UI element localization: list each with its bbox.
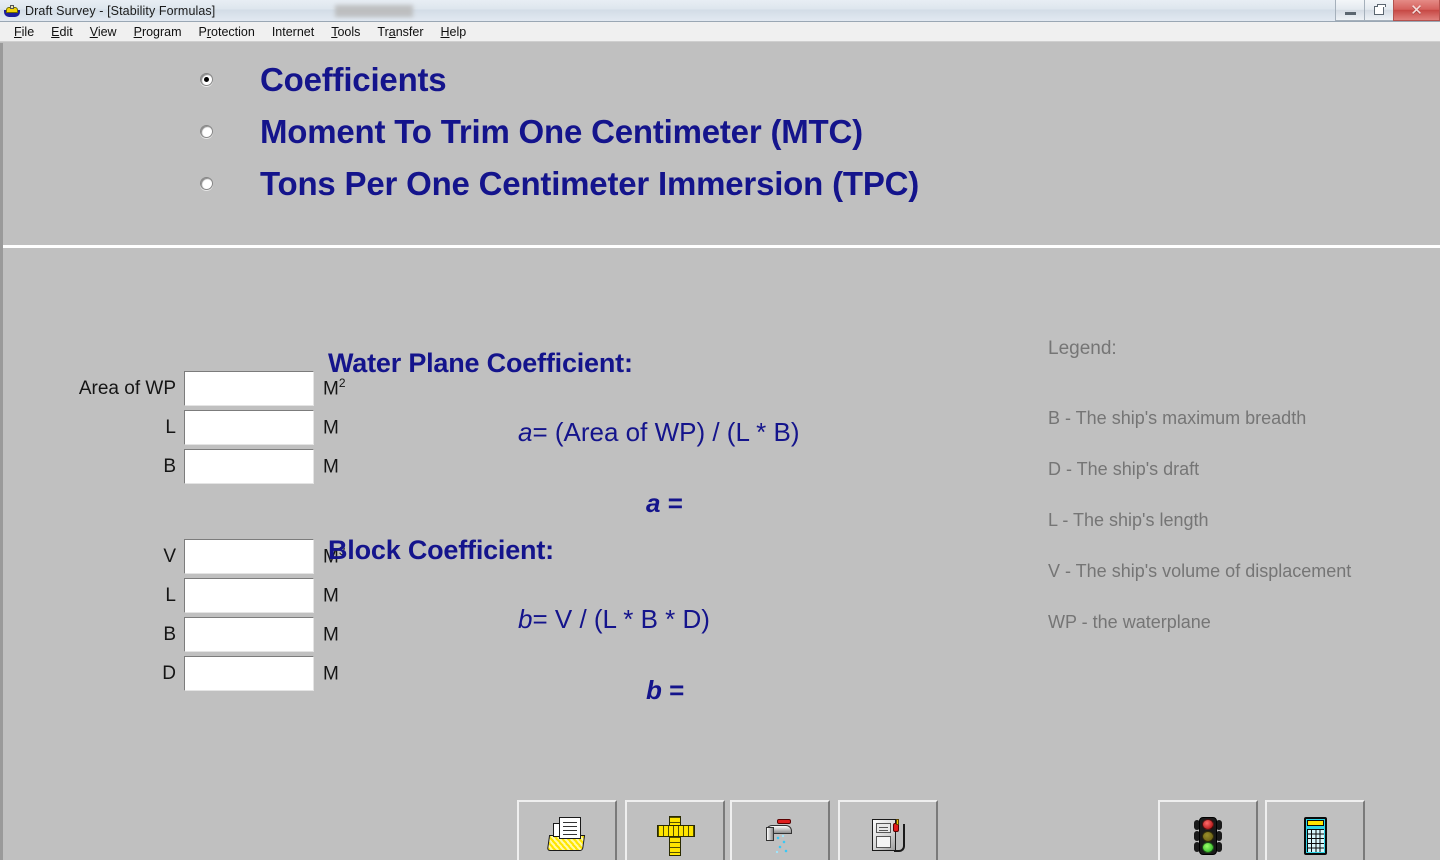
- field-row-wp-length: L M: [63, 408, 346, 447]
- calc-button[interactable]: CALC.: [1265, 800, 1365, 860]
- field-row-wp-breadth: B M: [63, 447, 346, 486]
- block-length-input[interactable]: [184, 578, 314, 613]
- mode-option-label: Tons Per One Centimeter Immersion (TPC): [260, 164, 920, 202]
- next-button[interactable]: NEXT: [1158, 800, 1258, 860]
- radio-icon-tpc[interactable]: [200, 176, 213, 190]
- folder-document-icon: [546, 815, 588, 857]
- field-label: V: [163, 545, 176, 567]
- result-equals: =: [669, 675, 685, 705]
- mode-option-mtc[interactable]: Moment To Trim One Centimeter (MTC): [200, 109, 863, 153]
- menu-item-view[interactable]: View: [82, 23, 126, 41]
- field-label: L: [165, 584, 176, 606]
- legend-item: WP - the waterplane: [1048, 612, 1211, 632]
- field-label: L: [165, 416, 176, 438]
- field-label: Area of WP: [78, 377, 176, 399]
- field-row-volume: V M3: [63, 537, 346, 576]
- radio-icon-mtc[interactable]: [200, 124, 213, 138]
- maximize-restore-button[interactable]: [1364, 0, 1394, 21]
- legend-title: Legend:: [1048, 338, 1117, 359]
- faucet-water-icon: [759, 815, 801, 857]
- formula-symbol: b: [518, 604, 533, 634]
- mode-option-label: Moment To Trim One Centimeter (MTC): [260, 112, 863, 150]
- title-bar: Draft Survey - [Stability Formulas] ✕: [0, 0, 1440, 22]
- close-icon: ✕: [1410, 1, 1423, 19]
- radio-icon-coefficients[interactable]: [200, 72, 213, 86]
- fuel-pump-icon: [867, 815, 909, 857]
- client-area: Coefficients Moment To Trim One Centimet…: [0, 43, 1440, 860]
- block-coefficient-field-group: V M3 L M B M D M: [63, 537, 346, 693]
- menu-item-edit[interactable]: Edit: [43, 23, 82, 41]
- section-divider: [3, 245, 1440, 248]
- wp-length-input[interactable]: [184, 410, 314, 445]
- drafts-button[interactable]: DRAFTS: [625, 800, 725, 860]
- mode-selector-panel: Coefficients Moment To Trim One Centimet…: [3, 43, 1440, 245]
- ship-icon: [4, 3, 20, 19]
- window-title: Draft Survey - [Stability Formulas]: [25, 3, 216, 18]
- field-row-area-of-wp: Area of WP M2: [63, 369, 346, 408]
- field-label: B: [163, 623, 176, 645]
- water-plane-result-row: a =: [328, 488, 968, 519]
- field-row-draft: D M: [63, 654, 346, 693]
- traffic-light-icon: [1187, 815, 1229, 857]
- field-label: B: [163, 455, 176, 477]
- result-symbol: b: [646, 675, 662, 705]
- window-controls: ✕: [1335, 0, 1440, 22]
- draft-input[interactable]: [184, 656, 314, 691]
- volume-input[interactable]: [184, 539, 314, 574]
- menu-item-help[interactable]: Help: [433, 23, 476, 41]
- legend-item: V - The ship's volume of displacement: [1048, 561, 1352, 581]
- formula-symbol: a: [518, 417, 533, 447]
- legend-panel: Legend: B - The ship's maximum breadth D…: [1048, 338, 1428, 663]
- legend-item: B - The ship's maximum breadth: [1048, 408, 1307, 428]
- block-heading: Block Coefficient:: [328, 535, 554, 565]
- block-result-row: b =: [328, 675, 968, 706]
- water-plane-formula-block: Water Plane Coefficient: a= (Area of WP)…: [328, 348, 968, 519]
- legend-item: D - The ship's draft: [1048, 459, 1200, 479]
- menu-item-file[interactable]: File: [6, 23, 43, 41]
- formula-body: = V / (L * B * D): [532, 604, 710, 634]
- ballast-button[interactable]: BALLAST: [730, 800, 830, 860]
- menu-item-tools[interactable]: Tools: [323, 23, 369, 41]
- close-button[interactable]: ✕: [1393, 0, 1440, 21]
- menu-item-protection[interactable]: Protection: [191, 23, 264, 41]
- menu-bar: File Edit View Program Protection Internet Too…: [0, 22, 1440, 42]
- area-of-wp-input[interactable]: [184, 371, 314, 406]
- water-plane-heading: Water Plane Coefficient:: [328, 348, 633, 378]
- mode-option-coefficients[interactable]: Coefficients: [200, 57, 447, 101]
- mode-option-label: Coefficients: [260, 60, 447, 98]
- field-row-block-breadth: B M: [63, 615, 346, 654]
- wp-breadth-input[interactable]: [184, 449, 314, 484]
- liquids-button[interactable]: LIQUIDS: [838, 800, 938, 860]
- calculator-icon: [1294, 815, 1336, 857]
- mode-option-tpc[interactable]: Tons Per One Centimeter Immersion (TPC): [200, 161, 919, 205]
- menu-item-program[interactable]: Program: [126, 23, 191, 41]
- minimize-button[interactable]: [1335, 0, 1365, 21]
- block-coefficient-formula-block: Block Coefficient: b= V / (L * B * D) b …: [328, 535, 968, 706]
- menu-item-internet[interactable]: Internet: [264, 23, 323, 41]
- field-row-block-length: L M: [63, 576, 346, 615]
- water-plane-field-group: Area of WP M2 L M B M: [63, 369, 346, 486]
- field-label: D: [162, 662, 176, 684]
- title-bar-blur-artifact: [335, 4, 414, 17]
- data-button[interactable]: DATA: [517, 800, 617, 860]
- menu-item-transfer[interactable]: Transfer: [369, 23, 432, 41]
- result-equals: =: [667, 488, 683, 518]
- block-formula: b= V / (L * B * D): [328, 604, 968, 635]
- result-symbol: a: [646, 488, 661, 518]
- formula-body: = (Area of WP) / (L * B): [532, 417, 800, 447]
- water-plane-formula: a= (Area of WP) / (L * B): [328, 417, 968, 448]
- block-breadth-input[interactable]: [184, 617, 314, 652]
- legend-item: L - The ship's length: [1048, 510, 1209, 530]
- ruler-cross-icon: [654, 815, 696, 857]
